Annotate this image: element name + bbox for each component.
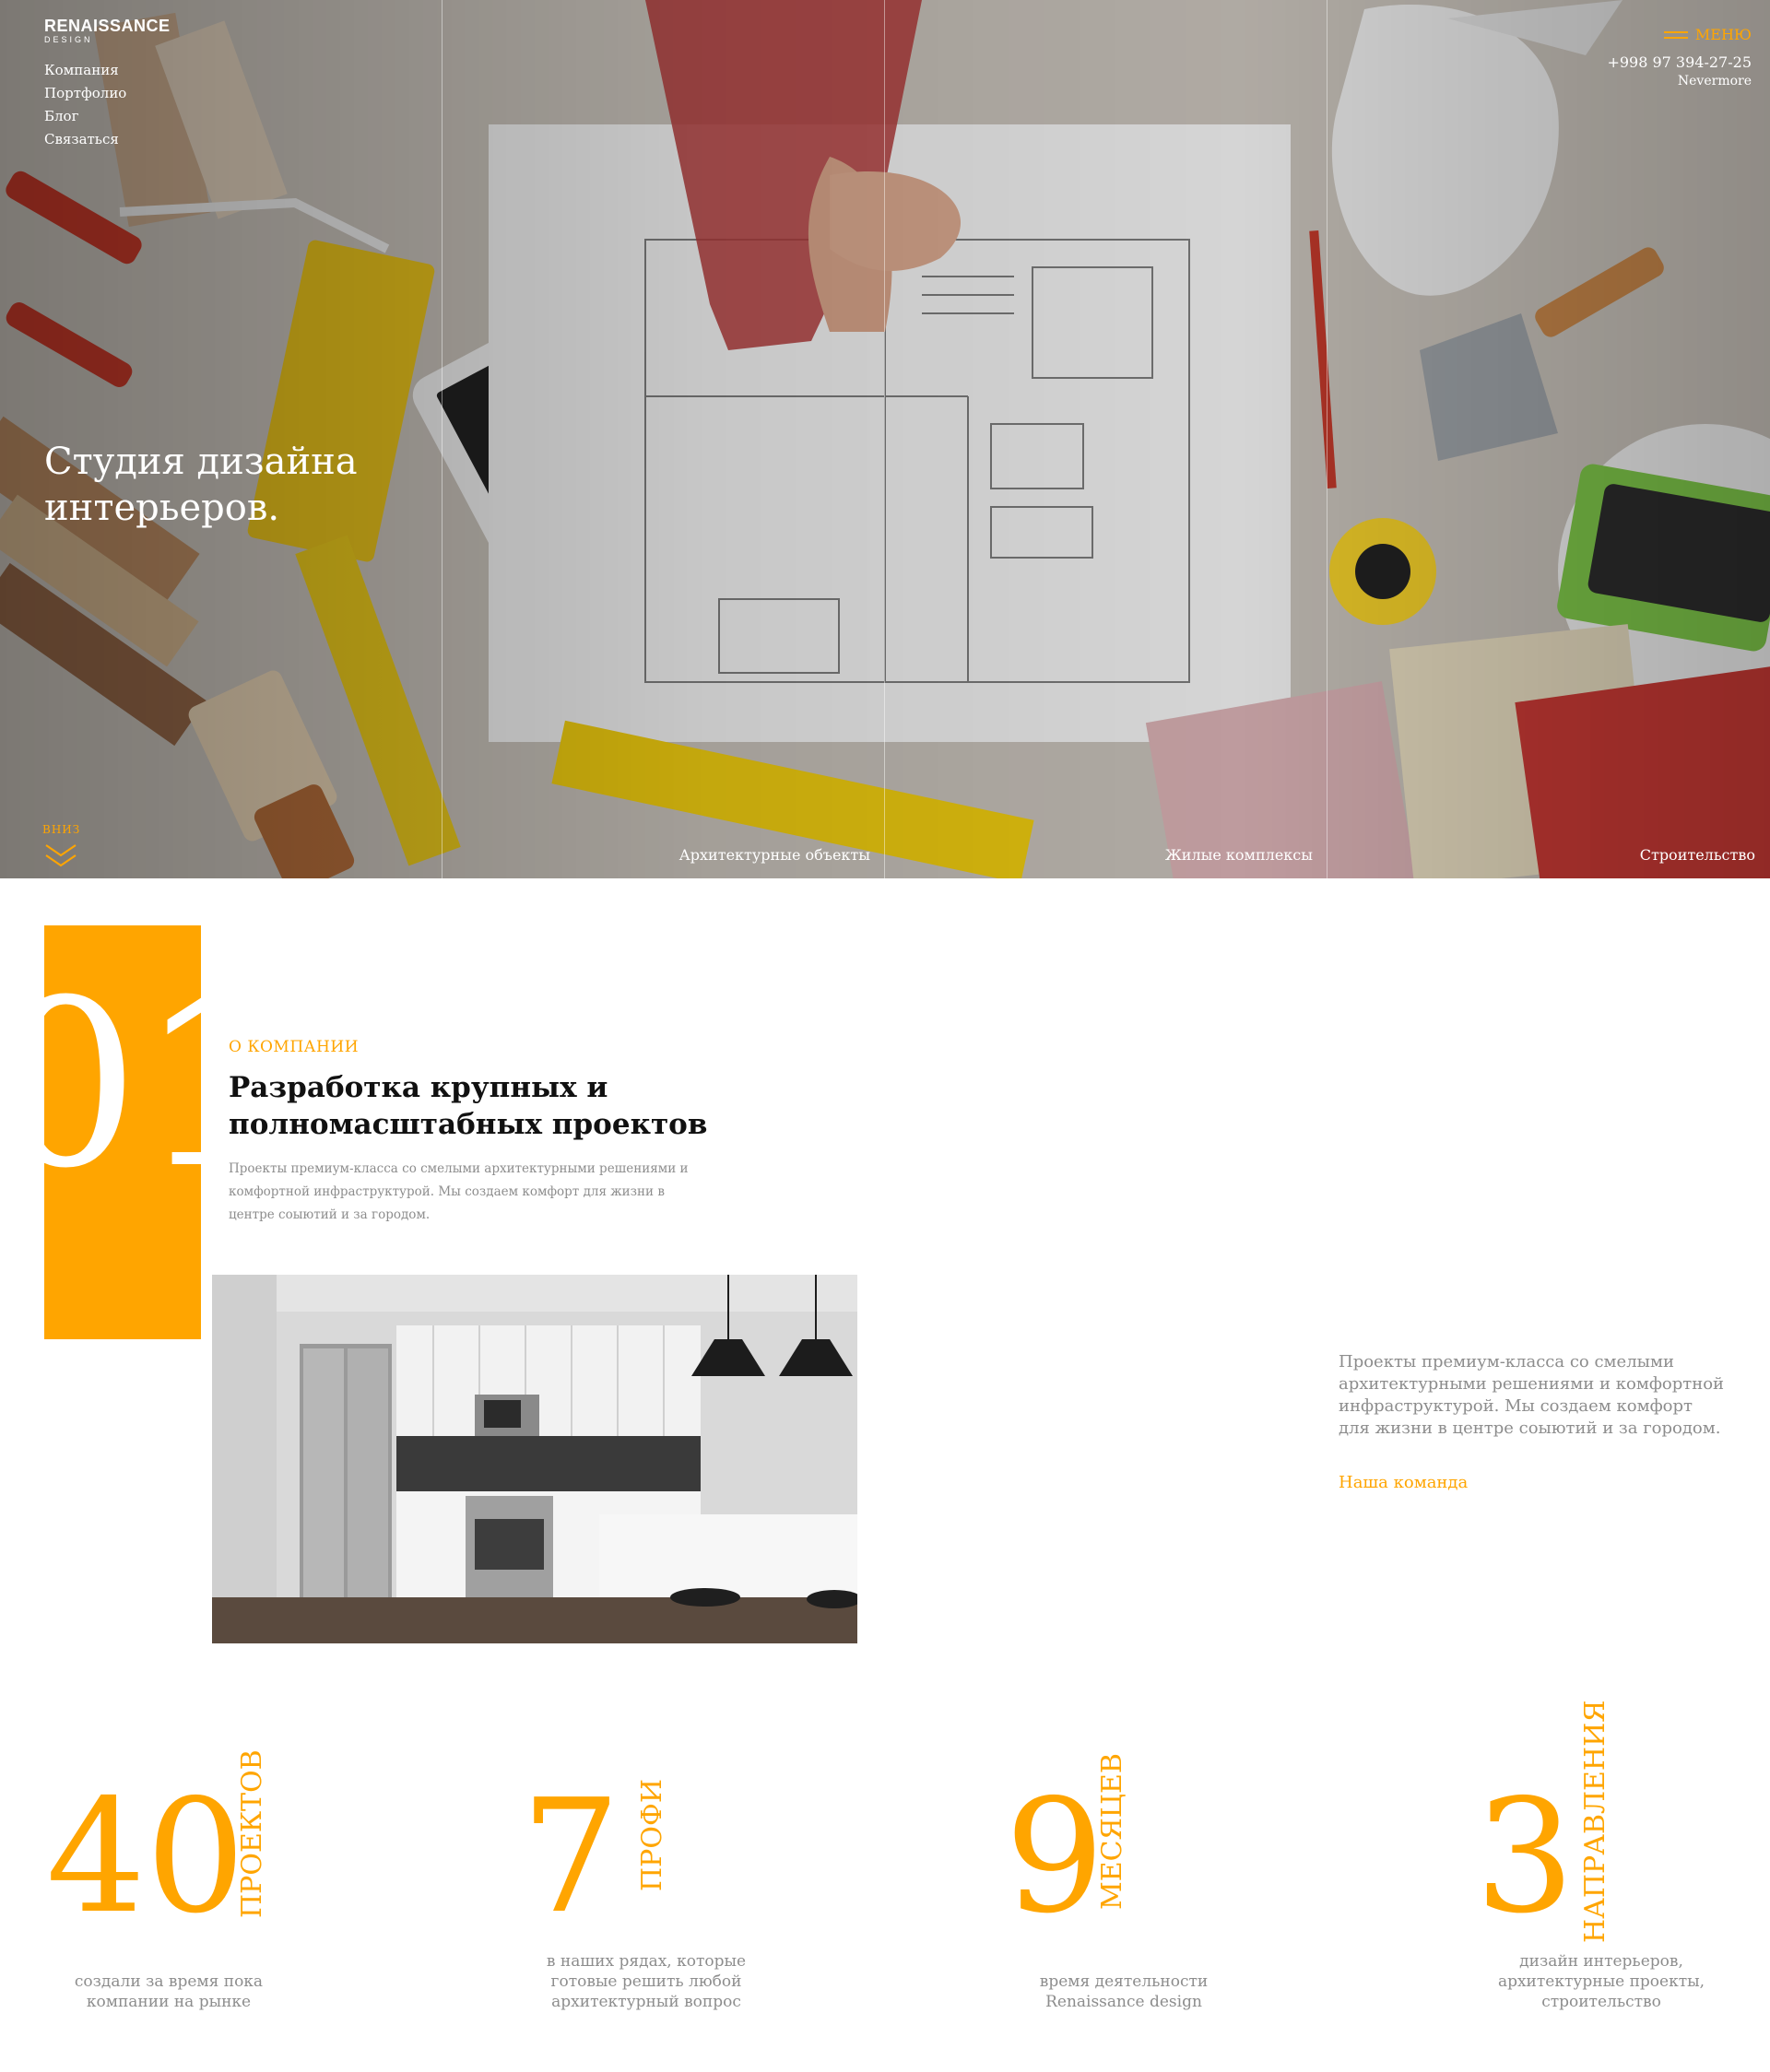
section-description: Проекты премиум-класса со смелыми архите… bbox=[229, 1161, 689, 1222]
stat-label-directions: НАПРАВЛЕНИЯ bbox=[1579, 1700, 1611, 1943]
column-link-residential[interactable]: Жилые комплексы bbox=[1165, 846, 1313, 864]
menu-button[interactable]: МЕНЮ bbox=[1663, 26, 1752, 43]
stat-caption-pros: в наших рядах, которые готовые решить лю… bbox=[546, 1952, 747, 2011]
logo-wordmark: RENAISSANCE bbox=[44, 17, 171, 35]
menu-label: МЕНЮ bbox=[1694, 26, 1752, 43]
nav-item-contact[interactable]: Связаться bbox=[44, 128, 126, 151]
column-link-construction[interactable]: Строительство bbox=[1640, 846, 1755, 864]
column-divider bbox=[1327, 0, 1328, 878]
nav-item-blog[interactable]: Блог bbox=[44, 105, 126, 128]
stat-caption-months: время деятельности Renaissance design bbox=[1039, 1972, 1209, 2011]
nav-item-company[interactable]: Компания bbox=[44, 59, 126, 82]
header-tagline: Nevermore bbox=[1677, 74, 1752, 88]
stat-label-months: МЕСЯЦЕВ bbox=[1096, 1753, 1128, 1910]
stat-caption-directions: дизайн интерьеров, архитектурные проекты… bbox=[1497, 1952, 1705, 2011]
hero-title: Студия дизайна интерьеров. bbox=[44, 441, 358, 529]
section-title: Разработка крупных и полномасштабных про… bbox=[229, 1071, 708, 1141]
brand-logo[interactable]: RENAISSANCE DESIGN bbox=[44, 17, 171, 44]
section-number-block: 01 bbox=[44, 925, 201, 1339]
main-nav: Компания Портфолио Блог Связаться bbox=[44, 59, 126, 151]
stat-number-directions: 3 bbox=[1475, 1766, 1575, 1948]
hamburger-icon bbox=[1663, 30, 1688, 40]
column-divider bbox=[884, 0, 885, 878]
stat-caption-projects: создали за время пока компании на рынке bbox=[74, 1972, 264, 2011]
stat-number-projects: 40 bbox=[46, 1766, 246, 1948]
nav-item-portfolio[interactable]: Портфолио bbox=[44, 82, 126, 105]
section-tag: О КОМПАНИИ bbox=[229, 1038, 360, 1056]
scroll-down-label[interactable]: ВНИЗ bbox=[42, 823, 80, 836]
column-link-architecture[interactable]: Архитектурные объекты bbox=[679, 846, 870, 864]
chevron-down-icon[interactable] bbox=[44, 842, 77, 870]
stat-label-projects: ПРОЕКТОВ bbox=[236, 1749, 268, 1918]
hero-section: RENAISSANCE DESIGN Компания Портфолио Бл… bbox=[0, 0, 1770, 878]
team-link[interactable]: Наша команда bbox=[1339, 1473, 1468, 1492]
phone-number[interactable]: +998 97 394-27-25 bbox=[1607, 53, 1752, 71]
side-description: Проекты премиум-класса со смелыми архите… bbox=[1339, 1352, 1725, 1438]
section-number: 01 bbox=[44, 950, 201, 1218]
stat-label-pros: ПРОФИ bbox=[636, 1778, 668, 1891]
stat-number-months: 9 bbox=[1005, 1766, 1105, 1948]
stat-number-pros: 7 bbox=[521, 1766, 621, 1948]
kitchen-photo bbox=[212, 1275, 857, 1643]
logo-subtitle: DESIGN bbox=[44, 35, 93, 44]
